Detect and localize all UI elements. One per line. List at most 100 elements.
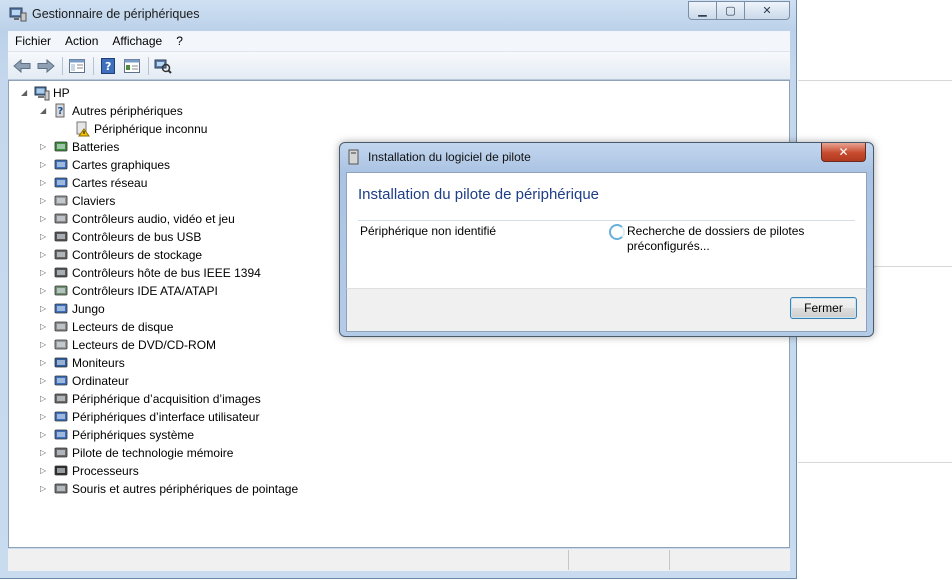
expand-arrow-icon[interactable]: ▷: [40, 143, 48, 151]
install-status-line2: préconfigurés...: [627, 239, 710, 253]
tree-item-category[interactable]: ▷ Périphérique d’acquisition d’images: [40, 390, 261, 408]
tree-item-category[interactable]: ▷ Contrôleurs de bus USB: [40, 228, 201, 246]
disk-drive-icon: [53, 319, 69, 335]
tree-item-category[interactable]: ▷ Souris et autres périphériques de point…: [40, 480, 298, 498]
hid-icon: [53, 409, 69, 425]
tree-item-label: Cartes réseau: [72, 176, 148, 190]
tree-item-other-devices[interactable]: ◢ ? Autres périphériques: [40, 102, 183, 120]
tree-item-category[interactable]: ▷ Contrôleurs audio, vidéo et jeu: [40, 210, 235, 228]
tree-item-category[interactable]: ▷ Processeurs: [40, 462, 139, 480]
tree-item-category[interactable]: ▷ Batteries: [40, 138, 119, 156]
tree-item-category[interactable]: ▷ Cartes graphiques: [40, 156, 170, 174]
status-pane: [569, 550, 670, 570]
tree-item-category[interactable]: ▷ Lecteurs de disque: [40, 318, 173, 336]
tree-item-category[interactable]: ▷ Ordinateur: [40, 372, 129, 390]
collapse-arrow-icon[interactable]: ◢: [40, 107, 48, 115]
forward-button[interactable]: [36, 57, 56, 75]
status-pane: [670, 550, 780, 570]
maximize-button[interactable]: ▢: [716, 1, 745, 20]
back-button[interactable]: [12, 57, 32, 75]
tree-item-label: Contrôleurs audio, vidéo et jeu: [72, 212, 235, 226]
tree-item-category[interactable]: ▷ Contrôleurs de stockage: [40, 246, 202, 264]
audio-icon: [53, 211, 69, 227]
tree-item-category[interactable]: ▷ Cartes réseau: [40, 174, 147, 192]
tree-item-category[interactable]: ▷ Jungo: [40, 300, 105, 318]
tree-item-label: Périphériques système: [72, 428, 195, 442]
menu-bar: Fichier Action Affichage ?: [8, 31, 790, 52]
tree-root[interactable]: ◢ HP: [21, 84, 70, 102]
tree-root-label: HP: [53, 86, 70, 100]
expand-arrow-icon[interactable]: ▷: [40, 377, 48, 385]
expand-arrow-icon[interactable]: ▷: [40, 359, 48, 367]
expand-arrow-icon[interactable]: ▷: [40, 413, 48, 421]
expand-arrow-icon[interactable]: ▷: [40, 485, 48, 493]
console-tree-button[interactable]: [67, 57, 87, 75]
expand-arrow-icon[interactable]: ▷: [40, 179, 48, 187]
svg-text:?: ?: [58, 106, 64, 117]
dialog-heading: Installation du pilote de périphérique: [358, 186, 600, 203]
menu-affichage[interactable]: Affichage: [105, 34, 169, 48]
expand-arrow-icon[interactable]: ▷: [40, 215, 48, 223]
device-manager-icon: [9, 7, 27, 22]
fermer-button[interactable]: Fermer: [790, 297, 857, 319]
usb-icon: [53, 229, 69, 245]
expand-arrow-icon[interactable]: ▷: [40, 251, 48, 259]
processor-icon: [53, 463, 69, 479]
expand-arrow-icon[interactable]: ▷: [40, 197, 48, 205]
expand-arrow-icon[interactable]: ▷: [40, 305, 48, 313]
expand-arrow-icon[interactable]: ▷: [40, 449, 48, 457]
tree-item-category[interactable]: ▷ Claviers: [40, 192, 115, 210]
dvd-drive-icon: [53, 337, 69, 353]
tree-item-label: Périphériques d’interface utilisateur: [72, 410, 260, 424]
storage-icon: [53, 247, 69, 263]
tree-item-label: Périphérique d’acquisition d’images: [72, 392, 261, 406]
tree-item-category[interactable]: ▷ Périphériques d’interface utilisateur: [40, 408, 259, 426]
tree-item-label: Contrôleurs hôte de bus IEEE 1394: [72, 266, 261, 280]
help-button[interactable]: ?: [98, 57, 118, 75]
tree-item-label: Contrôleurs de bus USB: [72, 230, 202, 244]
warning-device-icon: [75, 121, 91, 137]
tree-item-label: Contrôleurs de stockage: [72, 248, 203, 262]
expand-arrow-icon[interactable]: ▷: [40, 233, 48, 241]
collapse-arrow-icon[interactable]: ◢: [21, 89, 29, 97]
properties-button[interactable]: [122, 57, 142, 75]
back-arrow-icon: [13, 58, 31, 73]
menu-action[interactable]: Action: [58, 34, 105, 48]
imaging-device-icon: [53, 391, 69, 407]
expand-arrow-icon[interactable]: ▷: [40, 287, 48, 295]
expand-arrow-icon[interactable]: ▷: [40, 395, 48, 403]
tree-item-category[interactable]: ▷ Pilote de technologie mémoire: [40, 444, 233, 462]
tree-item-label: Lecteurs de disque: [72, 320, 174, 334]
expand-arrow-icon[interactable]: ▷: [40, 161, 48, 169]
tree-item-category[interactable]: ▷ Périphériques système: [40, 426, 194, 444]
tree-item-category[interactable]: ▷ Lecteurs de DVD/CD-ROM: [40, 336, 216, 354]
tree-item-category[interactable]: ▷ Contrôleurs hôte de bus IEEE 1394: [40, 264, 261, 282]
install-status-line1: Recherche de dossiers de pilotes: [627, 224, 805, 238]
scan-hardware-icon: [154, 59, 172, 74]
toolbar-separator: [93, 56, 94, 75]
scan-hardware-button[interactable]: [153, 57, 173, 75]
expand-arrow-icon[interactable]: ▷: [40, 323, 48, 331]
title-bar[interactable]: Gestionnaire de périphériques ▁ ▢ ✕: [0, 0, 796, 30]
menu-fichier[interactable]: Fichier: [8, 34, 58, 48]
menu-help[interactable]: ?: [169, 34, 190, 48]
tree-item-label: Batteries: [72, 140, 120, 154]
expand-arrow-icon[interactable]: ▷: [40, 467, 48, 475]
firewire-icon: [53, 265, 69, 281]
installer-icon: [348, 149, 359, 165]
tree-item-category[interactable]: ▷ Moniteurs: [40, 354, 125, 372]
dialog-close-button[interactable]: ✕: [821, 143, 866, 162]
tree-item-label: Claviers: [72, 194, 116, 208]
tree-item-label: Contrôleurs IDE ATA/ATAPI: [72, 284, 218, 298]
tree-item-unknown-device[interactable]: Périphérique inconnu: [75, 120, 207, 138]
console-tree-icon: [69, 58, 85, 73]
expand-arrow-icon[interactable]: ▷: [40, 341, 48, 349]
expand-arrow-icon[interactable]: ▷: [40, 431, 48, 439]
expand-arrow-icon[interactable]: ▷: [40, 269, 48, 277]
window-title: Gestionnaire de périphériques: [32, 7, 200, 21]
monitor-icon: [53, 355, 69, 371]
close-button[interactable]: ✕: [744, 1, 790, 20]
help-icon: ?: [101, 57, 115, 74]
minimize-button[interactable]: ▁: [688, 1, 717, 20]
tree-item-category[interactable]: ▷ Contrôleurs IDE ATA/ATAPI: [40, 282, 218, 300]
